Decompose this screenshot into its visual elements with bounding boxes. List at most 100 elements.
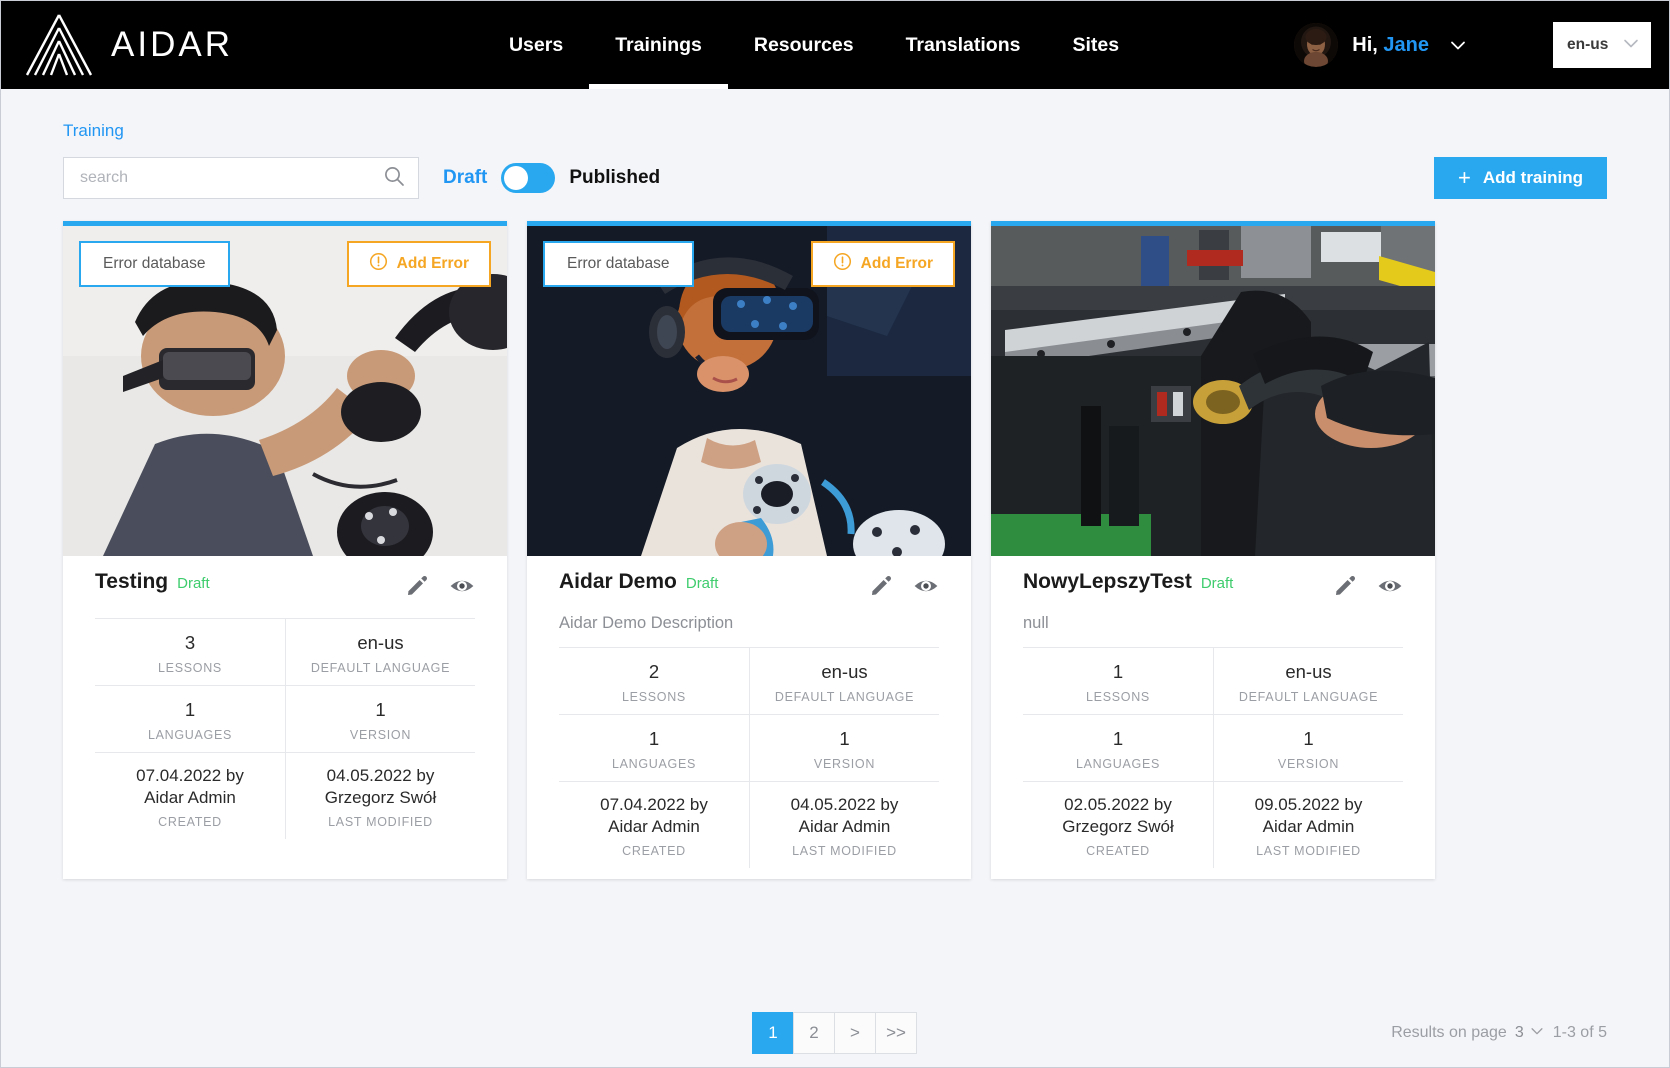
stat-row: 07.04.2022 by Aidar Admin CREATED 04.05.2… bbox=[95, 752, 475, 839]
stat-label: LESSONS bbox=[622, 690, 686, 705]
avatar[interactable] bbox=[1294, 23, 1339, 67]
page-button-2[interactable]: 2 bbox=[793, 1012, 835, 1054]
card-image: Error database Add Error bbox=[63, 226, 507, 556]
stat-label: LANGUAGES bbox=[147, 728, 233, 743]
stat-value: 07.04.2022 by Aidar Admin bbox=[600, 795, 708, 836]
pencil-icon[interactable] bbox=[1333, 573, 1357, 604]
stat-value: 1 bbox=[375, 699, 386, 721]
stat-label: CREATED bbox=[1086, 843, 1150, 858]
language-chevron-down-icon bbox=[1621, 33, 1641, 58]
add-training-label: Add training bbox=[1482, 168, 1583, 187]
status-badge: Draft bbox=[177, 575, 210, 592]
pagination-bar: 1 2 > >> Results on page 3 1-3 of 5 bbox=[1, 999, 1669, 1067]
nav-item-translations[interactable]: Translations bbox=[880, 1, 1047, 89]
breadcrumb[interactable]: Training bbox=[63, 89, 1607, 141]
add-error-label: Add Error bbox=[396, 255, 469, 272]
nav-item-users[interactable]: Users bbox=[483, 1, 589, 89]
stat-label: VERSION bbox=[349, 728, 412, 743]
card-body: NowyLepszyTest Draft null 1 LESSONS en-u… bbox=[991, 556, 1435, 879]
card-stats: 1 LESSONS en-us DEFAULT LANGUAGE 1 LANGU… bbox=[1023, 647, 1403, 868]
error-database-button[interactable]: Error database bbox=[543, 241, 694, 287]
stat-value: 07.04.2022 by Aidar Admin bbox=[136, 766, 244, 807]
stat-created: 07.04.2022 by Aidar Admin CREATED bbox=[95, 753, 285, 839]
toggle-switch[interactable] bbox=[501, 163, 556, 193]
error-database-button[interactable]: Error database bbox=[79, 241, 230, 287]
stat-value: en-us bbox=[1285, 661, 1332, 682]
language-selector[interactable]: en-us bbox=[1553, 22, 1651, 68]
toggle-label-draft[interactable]: Draft bbox=[443, 167, 487, 189]
results-range: 1-3 of 5 bbox=[1552, 1024, 1607, 1041]
brand-logo[interactable]: AIDAR bbox=[23, 12, 233, 78]
add-error-button[interactable]: Add Error bbox=[810, 241, 955, 287]
stat-row: 1 LANGUAGES 1 VERSION bbox=[1023, 714, 1403, 782]
stat-label: LANGUAGES bbox=[611, 757, 697, 772]
card-stats: 2 LESSONS en-us DEFAULT LANGUAGE 1 LANGU… bbox=[559, 647, 939, 868]
alert-circle-icon bbox=[833, 252, 852, 276]
stat-value: en-us bbox=[821, 661, 868, 682]
training-card[interactable]: NowyLepszyTest Draft null 1 LESSONS en-u… bbox=[991, 221, 1435, 879]
pencil-icon[interactable] bbox=[869, 573, 893, 604]
stat-lessons: 1 LESSONS bbox=[1023, 648, 1213, 714]
plus-icon: + bbox=[1458, 165, 1471, 190]
stat-last-modified: 04.05.2022 by Grzegorz Swół LAST MODIFIED bbox=[285, 753, 475, 839]
add-training-button[interactable]: + Add training bbox=[1434, 157, 1607, 199]
stat-label: DEFAULT LANGUAGE bbox=[310, 661, 451, 676]
search-input[interactable] bbox=[80, 169, 382, 187]
eye-icon[interactable] bbox=[913, 573, 939, 604]
add-error-label: Add Error bbox=[860, 255, 933, 272]
card-title: Testing bbox=[95, 570, 169, 593]
stat-value: 04.05.2022 by Aidar Admin bbox=[790, 795, 899, 836]
top-navigation-bar: AIDAR Users Trainings Resources Translat… bbox=[1, 1, 1669, 89]
card-image bbox=[991, 226, 1435, 556]
pencil-icon[interactable] bbox=[405, 573, 429, 604]
card-title: NowyLepszyTest bbox=[1023, 570, 1192, 593]
card-footer-spacer bbox=[95, 839, 475, 879]
user-menu-chevron-down-icon[interactable] bbox=[1447, 34, 1469, 56]
stat-value: 3 bbox=[184, 632, 196, 653]
card-header: NowyLepszyTest Draft bbox=[1023, 570, 1403, 604]
add-error-button[interactable]: Add Error bbox=[346, 241, 491, 287]
page-next-button[interactable]: > bbox=[834, 1012, 876, 1054]
stat-value: 1 bbox=[1112, 661, 1124, 682]
nav-item-trainings[interactable]: Trainings bbox=[589, 1, 728, 89]
results-chevron-down-icon bbox=[1529, 1023, 1545, 1044]
nav-item-resources[interactable]: Resources bbox=[728, 1, 880, 89]
eye-icon[interactable] bbox=[449, 573, 475, 604]
stat-label: LESSONS bbox=[158, 661, 222, 676]
stat-row: 2 LESSONS en-us DEFAULT LANGUAGE bbox=[559, 648, 939, 715]
stat-languages: 1 LANGUAGES bbox=[1023, 715, 1213, 781]
stat-row: 07.04.2022 by Aidar Admin CREATED 04.05.2… bbox=[559, 781, 939, 868]
greeting-prefix: Hi, bbox=[1352, 33, 1378, 56]
page-button-1[interactable]: 1 bbox=[752, 1012, 794, 1054]
page-content: Training Draft Published + Add training bbox=[1, 89, 1669, 879]
stat-label: VERSION bbox=[1277, 757, 1340, 772]
stat-value: 1 bbox=[184, 699, 196, 721]
card-actions bbox=[1333, 570, 1403, 604]
stat-value: 04.05.2022 by Grzegorz Swół bbox=[324, 766, 437, 807]
results-label: Results on page bbox=[1391, 1024, 1507, 1041]
aidar-chevron-logo-icon bbox=[25, 14, 93, 76]
toggle-label-published[interactable]: Published bbox=[569, 167, 660, 189]
stat-lessons: 2 LESSONS bbox=[559, 648, 749, 714]
training-card[interactable]: Error database Add Error Testing Draft 3… bbox=[63, 221, 507, 879]
stat-languages: 1 LANGUAGES bbox=[559, 715, 749, 781]
eye-icon[interactable] bbox=[1377, 573, 1403, 604]
draft-published-toggle[interactable]: Draft Published bbox=[443, 163, 660, 193]
toolbar: Draft Published + Add training bbox=[63, 157, 1607, 199]
search-box[interactable] bbox=[63, 157, 419, 199]
card-description: null bbox=[1023, 614, 1049, 632]
nav-item-sites[interactable]: Sites bbox=[1046, 1, 1145, 89]
card-header: Testing Draft bbox=[95, 570, 475, 604]
search-icon[interactable] bbox=[382, 164, 406, 193]
training-card[interactable]: Error database Add Error Aidar Demo Draf… bbox=[527, 221, 971, 879]
stat-label: CREATED bbox=[622, 843, 686, 858]
page-last-button[interactable]: >> bbox=[875, 1012, 917, 1054]
card-overlay-actions: Error database Add Error bbox=[63, 241, 507, 287]
status-badge: Draft bbox=[1200, 575, 1234, 592]
app-root: AIDAR Users Trainings Resources Translat… bbox=[0, 0, 1670, 1068]
results-count-select[interactable]: 3 bbox=[1515, 1023, 1545, 1044]
results-count-value: 3 bbox=[1514, 1024, 1524, 1041]
card-overlay-actions: Error database Add Error bbox=[527, 241, 971, 287]
training-card-list: Error database Add Error Testing Draft 3… bbox=[63, 221, 1607, 879]
stat-label: LAST MODIFIED bbox=[1256, 843, 1361, 858]
